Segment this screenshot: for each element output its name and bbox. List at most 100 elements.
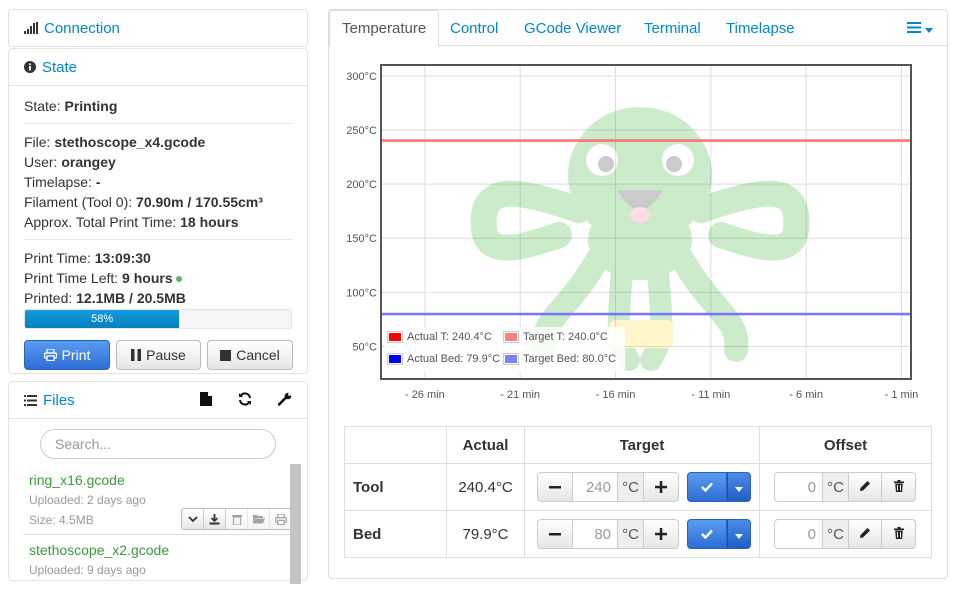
caret-down-icon [735, 526, 744, 543]
octoprint-logo-watermark [470, 107, 810, 371]
file-line: File: stethoscope_x4.gcode [24, 134, 206, 150]
legend-item: Actual Bed: 79.9°C [387, 353, 500, 365]
state-panel: State State: Printing File: stethoscope_… [8, 48, 308, 374]
file-search-input[interactable]: Search... [40, 429, 276, 459]
status-dot-icon [175, 276, 182, 283]
check-icon [701, 479, 714, 496]
tab-control[interactable]: Control [438, 10, 510, 46]
file-icon[interactable] [200, 391, 212, 409]
tool-target-input[interactable]: 240 [573, 472, 617, 502]
bed-label: Bed [344, 510, 447, 558]
edit-offset-button[interactable] [848, 472, 882, 502]
file-list: ring_x16.gcode Uploaded: 2 days ago Size… [23, 465, 293, 605]
tab-timelapse[interactable]: Timelapse [714, 10, 807, 46]
timelapse-line: Timelapse: - [24, 174, 101, 190]
main-panel: Temperature Control GCode Viewer Termina… [328, 9, 948, 579]
tool-offset-input[interactable]: 0 [774, 472, 822, 502]
table-row: Bed 79.9°C 80 °C 0 °C [344, 510, 932, 558]
print-button[interactable]: Print [24, 340, 110, 370]
y-tick-label: 50°C [352, 342, 377, 354]
wrench-icon[interactable] [277, 392, 292, 409]
filament-line: Filament (Tool 0): 70.90m / 170.55cm³ [24, 194, 263, 210]
y-tick-label: 250°C [346, 125, 377, 137]
files-header[interactable]: Files [24, 392, 75, 409]
y-tick-label: 150°C [346, 233, 377, 245]
legend-item: Actual T: 240.4°C [387, 331, 492, 343]
cancel-button[interactable]: Cancel [207, 340, 293, 370]
approx-time-value: 18 hours [180, 214, 239, 230]
bed-set-target-group [687, 519, 752, 549]
bed-target-input[interactable]: 80 [573, 519, 617, 549]
connection-panel: Connection [8, 9, 308, 47]
unit-label: °C [617, 472, 643, 502]
connection-header[interactable]: Connection [9, 10, 307, 46]
x-tick-label: - 11 min [691, 389, 730, 401]
tool-set-target-group [687, 472, 752, 502]
tab-temperature[interactable]: Temperature [329, 10, 440, 47]
x-tick-label: - 1 min [885, 389, 919, 401]
minus-button[interactable] [537, 472, 573, 502]
file-value: stethoscope_x4.gcode [54, 134, 206, 150]
files-panel: Files Search... ring_x16.gcode Uploaded:… [8, 381, 308, 584]
legend-label: Target T: 240.0°C [523, 331, 608, 343]
chevron-down-icon[interactable] [182, 509, 204, 529]
tab-overflow-menu[interactable] [907, 20, 933, 36]
file-name[interactable]: stethoscope_x2.gcode [29, 541, 287, 559]
time-left-line: Print Time Left: 9 hours [24, 268, 292, 288]
reset-offset-button[interactable] [882, 519, 916, 549]
printer-icon [43, 349, 57, 361]
state-value: Printing [64, 98, 118, 114]
timelapse-value: - [95, 174, 101, 190]
printer-icon[interactable] [270, 509, 292, 529]
file-uploaded: Uploaded: 2 days ago [29, 493, 146, 507]
reset-offset-button[interactable] [882, 472, 916, 502]
bed-offset-input-group: 0 °C [774, 519, 916, 549]
caret-down-icon [735, 479, 744, 496]
legend-swatch [503, 353, 519, 365]
tab-bar: Temperature Control GCode Viewer Termina… [329, 10, 947, 47]
print-time-line: Print Time: 13:09:30 [24, 250, 151, 266]
edit-offset-button[interactable] [848, 519, 882, 549]
set-target-button[interactable] [687, 519, 728, 549]
user-line: User: orangey [24, 154, 116, 170]
files-title: Files [43, 391, 75, 409]
state-line: State: Printing [24, 98, 118, 114]
plus-button[interactable] [643, 472, 679, 502]
bed-offset-input[interactable]: 0 [774, 519, 822, 549]
tool-label: Tool [344, 463, 447, 511]
download-icon[interactable] [204, 509, 226, 529]
trash-icon[interactable] [226, 509, 248, 529]
trash-icon [893, 479, 904, 496]
set-target-dropdown[interactable] [727, 472, 752, 502]
list-icon [907, 20, 921, 36]
file-name[interactable]: ring_x16.gcode [29, 471, 287, 489]
pencil-icon [859, 479, 871, 496]
refresh-icon[interactable] [238, 391, 252, 409]
folder-open-icon[interactable] [248, 509, 270, 529]
set-target-button[interactable] [687, 472, 728, 502]
minus-button[interactable] [537, 519, 573, 549]
user-value: orangey [61, 154, 116, 170]
approx-time-line: Approx. Total Print Time: 18 hours [24, 214, 239, 230]
tab-terminal[interactable]: Terminal [632, 10, 713, 46]
tab-gcode-viewer[interactable]: GCode Viewer [512, 10, 633, 46]
table-header-offset: Offset [759, 426, 932, 464]
chart-legend: Actual T: 240.4°C Target T: 240.0°C Actual… [385, 327, 625, 373]
stop-icon [220, 349, 232, 361]
file-item[interactable]: stethoscope_x2.gcode Uploaded: 9 days ag… [23, 535, 293, 605]
pencil-icon [859, 526, 871, 543]
set-target-dropdown[interactable] [727, 519, 752, 549]
y-tick-label: 300°C [346, 71, 377, 83]
pause-icon [131, 349, 142, 361]
unit-label: °C [822, 472, 848, 502]
tool-target-input-group: 240 °C [537, 472, 679, 502]
tool-offset-cell: 0 °C [759, 463, 932, 511]
file-item[interactable]: ring_x16.gcode Uploaded: 2 days ago Size… [23, 465, 293, 535]
scrollbar[interactable] [290, 464, 301, 584]
plus-button[interactable] [643, 519, 679, 549]
state-header[interactable]: State [9, 49, 307, 86]
pause-button[interactable]: Pause [116, 340, 201, 370]
file-uploaded: Uploaded: 9 days ago [29, 563, 146, 577]
progress-bar: 58% [24, 309, 292, 329]
printed-line: Printed: 12.1MB / 20.5MB [24, 290, 186, 306]
